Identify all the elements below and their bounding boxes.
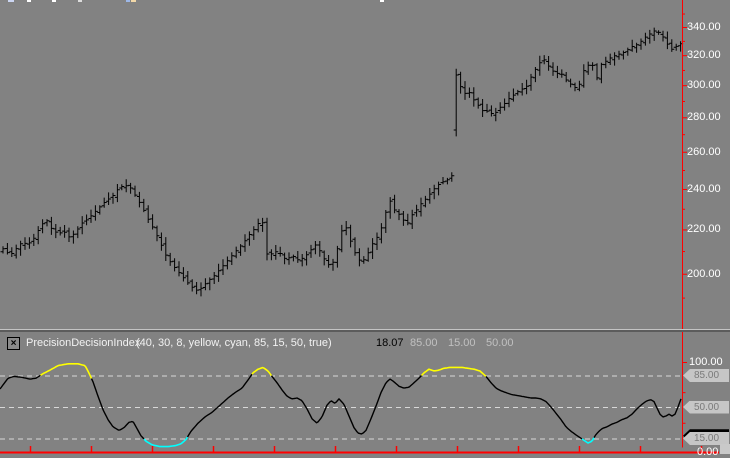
indicator-header: × PrecisionDecisionIndex (40, 30, 8, yel… [0, 335, 682, 353]
indicator-level-85-value: 85.00 [410, 337, 438, 349]
indicator-name[interactable]: PrecisionDecisionIndex [26, 337, 140, 349]
chart-workspace: × PrecisionDecisionIndex (40, 30, 8, yel… [0, 0, 730, 458]
top-artifact-speck [126, 0, 130, 2]
indicator-current-value: 18.07 [376, 337, 404, 349]
price-axis-label-340: 340.00 [687, 21, 721, 33]
top-artifact-speck [380, 0, 384, 2]
panel-separator[interactable] [0, 330, 730, 332]
price-axis-label-220: 220.00 [687, 223, 721, 236]
indicator-axis-badge-50: 50.00 [683, 400, 729, 414]
indicator-axis-badge-85: 85.00 [683, 369, 729, 382]
price-axis-label-280: 280.00 [687, 111, 721, 124]
price-axis-label-200: 200.00 [687, 267, 721, 280]
price-axis-label-260: 260.00 [687, 145, 721, 158]
chart-graphics-layer[interactable] [0, 0, 730, 458]
corner-grip [720, 444, 730, 454]
indicator-level-50-value: 50.00 [486, 337, 514, 349]
top-artifact-speck [78, 0, 82, 2]
indicator-params: (40, 30, 8, yellow, cyan, 85, 15, 50, tr… [136, 337, 332, 349]
price-axis-label-300: 300.00 [687, 79, 721, 92]
indicator-level-15-value: 15.00 [448, 337, 476, 349]
price-axis-label-320: 320.00 [687, 49, 721, 62]
price-axis-label-240: 240.00 [687, 182, 721, 195]
indicator-axis-label-0: 0.00 [697, 446, 719, 458]
indicator-close-button[interactable]: × [7, 337, 20, 350]
indicator-axis-label-100: 100.00 [689, 356, 723, 368]
top-artifact-speck [8, 0, 14, 2]
top-artifact-speck [131, 0, 136, 2]
top-artifact-speck [27, 0, 31, 2]
top-artifact-speck [52, 0, 56, 2]
